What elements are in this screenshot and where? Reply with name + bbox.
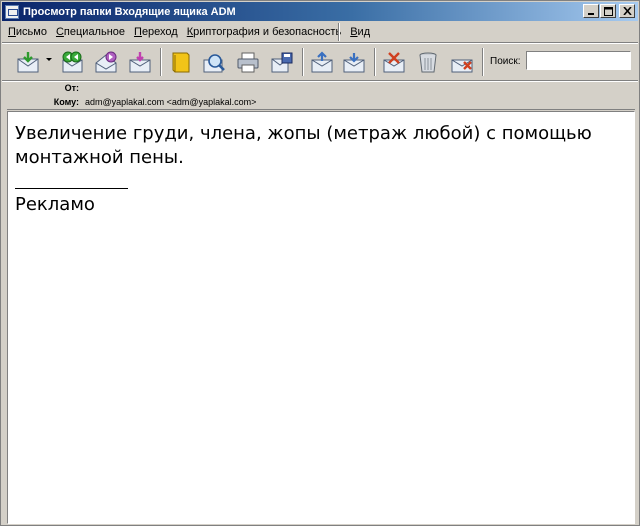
menu-accel: П — [8, 26, 16, 38]
trash-icon — [419, 52, 437, 73]
mail-app-icon[interactable] — [5, 4, 19, 19]
search-label: Поиск: — [490, 56, 521, 67]
forward-icon — [95, 51, 117, 73]
delete-button[interactable] — [414, 49, 442, 75]
maximize-button[interactable] — [600, 4, 616, 18]
compose-button[interactable] — [126, 49, 154, 75]
printer-icon — [237, 52, 259, 73]
menu-label: исьмо — [15, 26, 47, 38]
search-input[interactable] — [526, 51, 631, 70]
get-mail-button[interactable] — [14, 49, 42, 75]
previous-button[interactable] — [308, 49, 336, 75]
window-title: Просмотр папки Входящие ящика ADM — [23, 5, 236, 18]
menu-item-letter[interactable]: Письмо — [8, 26, 47, 38]
title-bar[interactable]: Просмотр папки Входящие ящика ADM — [2, 2, 638, 21]
window-controls — [582, 4, 635, 18]
signature-separator — [15, 188, 128, 189]
junk-icon — [383, 52, 405, 73]
message-line: монтажной пены. — [15, 147, 184, 168]
chevron-down-icon[interactable] — [46, 58, 52, 61]
mail-window: Просмотр папки Входящие ящика ADM Письмо… — [0, 0, 640, 526]
menu-accel: П — [134, 26, 142, 38]
to-value[interactable]: adm@yaplakal.com <adm@yaplakal.com> — [85, 97, 256, 107]
menu-label: риптография и безопасность — [193, 26, 342, 38]
toolbar-separator — [374, 48, 376, 76]
to-label: Кому: — [53, 97, 79, 107]
print-button[interactable] — [234, 49, 262, 75]
header-divider — [7, 109, 635, 110]
menu-item-crypto[interactable]: Криптография и безопасность — [187, 26, 341, 38]
close-button[interactable] — [619, 4, 635, 18]
menu-accel: В — [350, 26, 358, 38]
menu-item-go[interactable]: Переход — [134, 26, 178, 38]
down-arrow-icon — [343, 53, 365, 73]
close-icon — [622, 7, 632, 15]
toolbar-separator — [160, 48, 162, 76]
magnifier-icon — [203, 54, 225, 73]
menu-item-special[interactable]: Специальное — [56, 26, 125, 38]
up-arrow-icon — [311, 51, 333, 73]
menubar-separator — [338, 23, 340, 41]
minimize-icon — [588, 13, 594, 15]
message-headers: От: Кому: adm@yaplakal.com <adm@yaplakal… — [2, 82, 638, 109]
reply-icon — [62, 51, 83, 73]
menu-label: ереход — [141, 26, 178, 38]
menu-accel: С — [55, 26, 64, 38]
menu-label: пециальное — [63, 26, 126, 38]
maximize-icon — [603, 6, 613, 16]
message-line: Увеличение груди, члена, жопы (метраж лю… — [15, 123, 592, 144]
forward-button[interactable] — [92, 49, 120, 75]
address-book-button[interactable] — [166, 49, 194, 75]
message-body[interactable]: Увеличение груди, члена, жопы (метраж лю… — [7, 111, 635, 524]
save-button[interactable] — [268, 49, 296, 75]
menu-item-view[interactable]: Вид — [350, 26, 370, 38]
save-icon — [271, 52, 293, 73]
cancel-icon — [451, 59, 473, 73]
reply-button[interactable] — [58, 49, 86, 75]
toolbar-separator — [302, 48, 304, 76]
compose-icon — [129, 52, 151, 73]
search-mail-button[interactable] — [200, 49, 228, 75]
envelope-down-icon — [17, 52, 39, 73]
menu-label: ид — [357, 26, 371, 38]
menu-bar: Письмо Специальное Переход Криптография … — [2, 22, 638, 42]
minimize-button[interactable] — [583, 4, 599, 18]
next-button[interactable] — [340, 49, 368, 75]
message-text: Увеличение груди, члена, жопы (метраж лю… — [15, 122, 627, 217]
book-icon — [172, 52, 190, 73]
from-label: От: — [64, 83, 79, 93]
toolbar-separator — [482, 48, 484, 76]
stop-button[interactable] — [448, 49, 476, 75]
mark-junk-button[interactable] — [380, 49, 408, 75]
signature: Рекламо — [15, 194, 95, 215]
